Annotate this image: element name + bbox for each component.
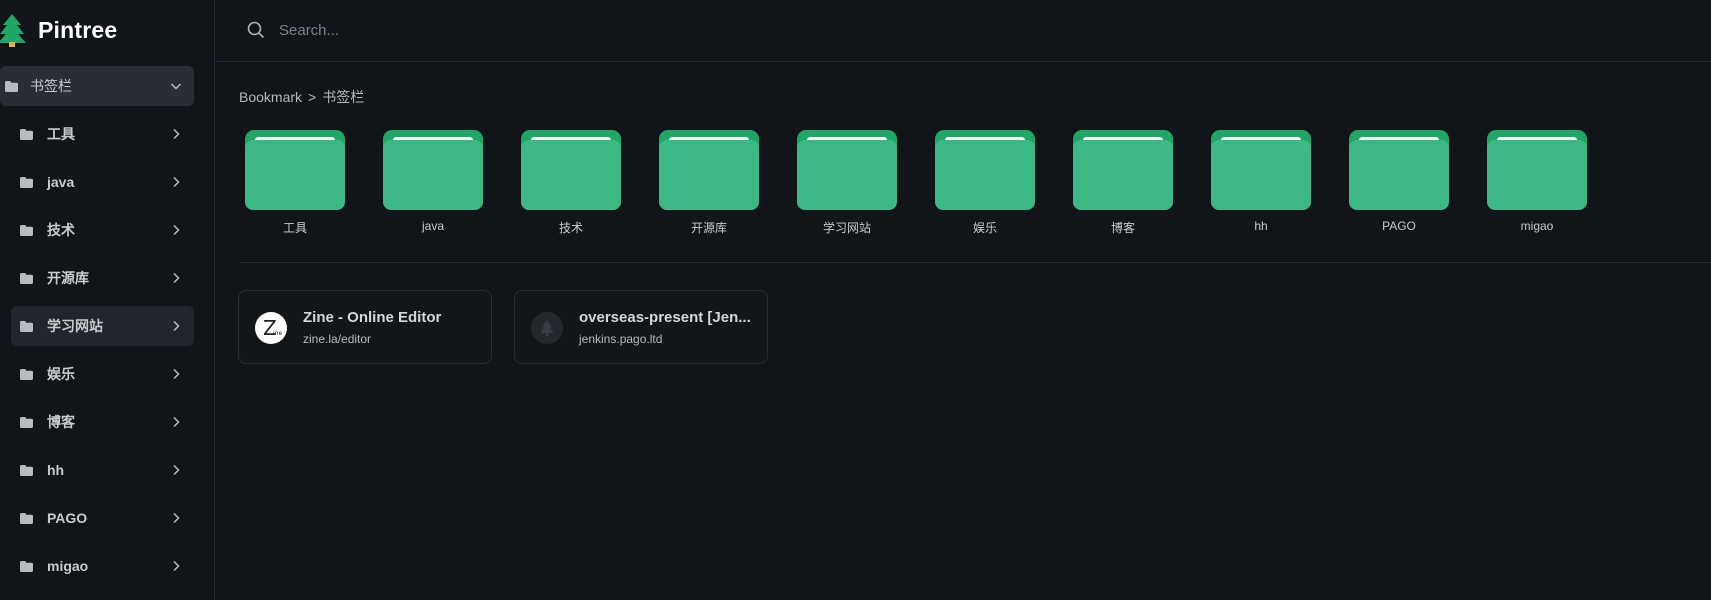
sidebar-item[interactable]: 学习网站 <box>11 306 194 346</box>
folder-icon <box>20 128 33 140</box>
bookmark-url: zine.la/editor <box>303 332 372 346</box>
folder-name: 娱乐 <box>972 221 997 235</box>
folder-name: 学习网站 <box>822 221 871 235</box>
breadcrumb-current: 书签栏 <box>322 89 365 105</box>
sidebar-item-label: migao <box>47 558 89 574</box>
folder-icon <box>20 368 33 380</box>
sidebar-item[interactable]: hh <box>11 450 194 490</box>
folder-name: PAGO <box>1382 219 1416 233</box>
folder-name: 开源库 <box>690 221 727 235</box>
folder-large-icon <box>521 130 621 210</box>
tree-favicon-icon <box>531 312 563 344</box>
zine-favicon-icon: Zine <box>255 312 287 344</box>
folder-name: migao <box>1520 219 1554 233</box>
folder-name: 博客 <box>1110 221 1135 235</box>
folder-icon <box>20 416 33 428</box>
sidebar-item[interactable]: 开源库 <box>11 258 194 298</box>
folder-name: java <box>421 219 444 233</box>
folder-name: 工具 <box>282 221 307 235</box>
sidebar-item[interactable]: PAGO <box>11 498 194 538</box>
folder-large-icon <box>935 130 1035 210</box>
breadcrumb: Bookmark > 书签栏 <box>239 87 364 107</box>
section-divider <box>239 262 1711 263</box>
sidebar-item-label: PAGO <box>47 510 88 526</box>
folder-icon <box>20 560 33 572</box>
breadcrumb-root[interactable]: Bookmark <box>239 89 302 105</box>
bookmark-title: overseas-present [Jen... <box>579 309 751 326</box>
sidebar-item[interactable]: 技术 <box>11 210 194 250</box>
sidebar-nav: 书签栏 工具 java 技术开源库学习网站娱乐博客 hh PAGO migao <box>0 66 194 586</box>
folder-tile[interactable]: 娱乐 <box>935 130 1035 236</box>
chevron-right-icon[interactable] <box>168 270 184 286</box>
folder-icon <box>20 464 33 476</box>
bookmark-card[interactable]: overseas-present [Jen... jenkins.pago.ltd <box>514 290 768 364</box>
folder-icon <box>20 224 33 236</box>
sidebar-item-label: java <box>47 174 75 190</box>
sidebar-item-label: 开源库 <box>47 270 89 286</box>
folder-tile[interactable]: 技术 <box>521 130 621 236</box>
folder-large-icon <box>797 130 897 210</box>
sidebar-item-label: 娱乐 <box>47 366 75 382</box>
sidebar-item-label: 学习网站 <box>47 318 103 334</box>
folder-tile[interactable]: 开源库 <box>659 130 759 236</box>
chevron-right-icon[interactable] <box>168 510 184 526</box>
top-bar <box>216 0 1711 62</box>
folder-tile[interactable]: 工具 <box>245 130 345 236</box>
chevron-right-icon[interactable] <box>168 414 184 430</box>
folder-tile[interactable]: java <box>383 130 483 236</box>
pine-tree-logo-icon <box>0 14 26 47</box>
folder-large-icon <box>1487 130 1587 210</box>
folder-tile[interactable]: PAGO <box>1349 130 1449 236</box>
sidebar-item[interactable]: 娱乐 <box>11 354 194 394</box>
chevron-right-icon[interactable] <box>168 558 184 574</box>
sidebar-root-bookmarks-bar[interactable]: 书签栏 <box>0 66 194 106</box>
bookmark-card[interactable]: Zine Zine - Online Editor zine.la/editor <box>238 290 492 364</box>
sidebar: Pintree 书签栏 工具 java 技术开源库学习网站娱乐博客 hh PAGO mig… <box>0 0 215 600</box>
bookmark-url: jenkins.pago.ltd <box>579 332 663 346</box>
folder-large-icon <box>659 130 759 210</box>
folder-tile[interactable]: 学习网站 <box>797 130 897 236</box>
sidebar-item[interactable]: java <box>11 162 194 202</box>
chevron-right-icon[interactable] <box>168 126 184 142</box>
app-name: Pintree <box>38 16 118 43</box>
chevron-right-icon[interactable] <box>168 318 184 334</box>
breadcrumb-separator: > <box>308 89 317 105</box>
folder-tile[interactable]: migao <box>1487 130 1587 236</box>
search-icon <box>247 21 265 39</box>
sidebar-item[interactable]: 博客 <box>11 402 194 442</box>
chevron-right-icon[interactable] <box>168 174 184 190</box>
chevron-right-icon[interactable] <box>168 462 184 478</box>
brand[interactable]: Pintree <box>0 12 117 48</box>
folder-large-icon <box>1211 130 1311 210</box>
folder-icon <box>20 272 33 284</box>
search-input[interactable] <box>279 16 879 44</box>
folder-large-icon <box>1349 130 1449 210</box>
folder-large-icon <box>245 130 345 210</box>
sidebar-root-label: 书签栏 <box>30 78 72 94</box>
folder-icon <box>20 320 33 332</box>
chevron-down-icon[interactable] <box>168 78 184 94</box>
folder-name: hh <box>1254 219 1268 233</box>
sidebar-item-label: 技术 <box>47 222 75 238</box>
chevron-right-icon[interactable] <box>168 222 184 238</box>
sidebar-item[interactable]: 工具 <box>11 114 194 154</box>
bookmark-list: Zine Zine - Online Editor zine.la/editor ov… <box>238 290 790 364</box>
sidebar-item-label: hh <box>47 462 65 478</box>
chevron-right-icon[interactable] <box>168 366 184 382</box>
folder-tile[interactable]: 博客 <box>1073 130 1173 236</box>
folder-icon <box>20 176 33 188</box>
folder-large-icon <box>1073 130 1173 210</box>
folder-name: 技术 <box>558 221 583 235</box>
bookmark-title: Zine - Online Editor <box>303 309 442 326</box>
folder-icon <box>5 80 18 92</box>
sidebar-item-label: 工具 <box>47 126 75 142</box>
folder-icon <box>20 512 33 524</box>
folder-large-icon <box>383 130 483 210</box>
folder-tile[interactable]: hh <box>1211 130 1311 236</box>
sidebar-item-label: 博客 <box>47 414 75 430</box>
sidebar-item[interactable]: migao <box>11 546 194 586</box>
folder-grid: 工具 java 技术 开源库 学习网站 娱乐 博客 hh PAGO migao <box>245 130 1625 236</box>
